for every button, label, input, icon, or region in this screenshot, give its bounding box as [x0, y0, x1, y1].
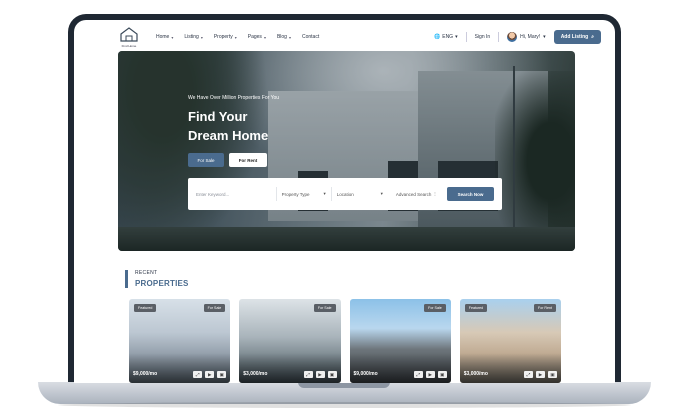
nav-listing-label: Listing: [184, 34, 199, 40]
listing-type-badge: For Sale: [203, 304, 226, 312]
header-actions: 🌐 ENG ▾ Sign In Hi, Mary! ▾ Add Listing …: [434, 30, 601, 44]
card-actions: ⤢ ▶ ▣: [303, 371, 337, 378]
search-panel: Property Type ▾ Location ▾ Advanced Sear…: [188, 178, 502, 210]
add-listing-button[interactable]: Add Listing ⌕: [553, 30, 601, 44]
logo-text: Find Home: [121, 44, 137, 48]
video-icon[interactable]: ▶: [536, 371, 545, 378]
image-shade: [349, 353, 451, 383]
section-kicker: RECENT: [135, 270, 158, 276]
video-icon[interactable]: ▶: [315, 371, 325, 378]
property-card[interactable]: Featured For Rent $3,000/mo ⤢ ▶ ▣: [459, 299, 561, 383]
property-card-list: Featured For Sale $9,000/mo ⤢ ▶ ▣ For Sa…: [129, 299, 561, 383]
hero-title-line2: Dream Home: [188, 128, 269, 143]
property-type-select[interactable]: Property Type ▾: [275, 187, 331, 201]
language-selector[interactable]: 🌐 ENG ▾: [434, 34, 458, 40]
expand-icon[interactable]: ⤢: [413, 371, 423, 378]
nav-contact-label: Contact: [301, 34, 320, 40]
featured-badge: Featured: [464, 304, 488, 312]
hero-overlay: [118, 51, 575, 251]
property-price: $3,000/mo: [463, 371, 488, 377]
nav-home-label: Home: [156, 34, 170, 40]
advanced-search-toggle[interactable]: Advanced Search ⫶: [388, 192, 447, 197]
divider: [498, 32, 500, 42]
top-navigation: Find Home Home ▾ Listing ▾ Property ▾ Pages…: [74, 20, 615, 54]
laptop-base: [38, 382, 651, 404]
nav-pages-label: Pages: [247, 34, 262, 40]
site-logo[interactable]: Find Home: [118, 26, 140, 48]
main-nav: Home ▾ Listing ▾ Property ▾ Pages ▾ Blog ▾ Co…: [156, 34, 319, 40]
user-menu[interactable]: Hi, Mary! ▾: [507, 32, 546, 42]
search-icon: ⌕: [591, 34, 594, 40]
image-shade: [129, 353, 231, 383]
property-price: $3,000/mo: [243, 371, 268, 377]
nav-listing[interactable]: Listing ▾: [184, 34, 202, 40]
chevron-down-icon: ▾: [234, 34, 237, 40]
section-title: PROPERTIES: [135, 279, 189, 288]
expand-icon[interactable]: ⤢: [303, 371, 313, 378]
location-label: Location: [336, 191, 354, 197]
property-price: $9,000/mo: [133, 371, 158, 377]
image-shade: [239, 353, 341, 383]
listing-type-badge: For Sale: [424, 304, 446, 312]
expand-icon[interactable]: ⤢: [524, 371, 533, 378]
property-card[interactable]: Featured For Sale $9,000/mo ⤢ ▶ ▣: [129, 299, 231, 383]
nav-blog[interactable]: Blog ▾: [277, 34, 291, 40]
nav-home[interactable]: Home ▾: [156, 34, 173, 40]
listing-type-badge: For Rent: [534, 304, 556, 312]
advanced-search-label: Advanced Search: [395, 191, 432, 197]
card-actions: ⤢ ▶ ▣: [524, 371, 557, 378]
hero-title-line1: Find Your: [188, 109, 248, 124]
nav-pages[interactable]: Pages ▾: [248, 34, 266, 40]
property-type-label: Property Type: [281, 191, 310, 197]
image-shade: [459, 353, 561, 383]
tab-for-sale[interactable]: For Sale: [188, 153, 224, 167]
listing-type-badge: For Sale: [313, 304, 336, 312]
image-icon[interactable]: ▣: [217, 371, 227, 378]
globe-icon: 🌐: [434, 34, 441, 40]
keyword-search-input[interactable]: [196, 191, 270, 197]
chevron-down-icon: ▾: [455, 34, 458, 40]
avatar: [507, 32, 518, 42]
video-icon[interactable]: ▶: [425, 371, 435, 378]
hero-title: Find Your Dream Home: [188, 107, 338, 145]
nav-property-label: Property: [213, 34, 233, 40]
section-accent-bar: [125, 270, 128, 288]
location-select[interactable]: Location ▾: [330, 187, 388, 201]
property-card[interactable]: For Sale $3,000/mo ⤢ ▶ ▣: [239, 299, 341, 383]
image-icon[interactable]: ▣: [548, 371, 557, 378]
chevron-down-icon: ▾: [380, 191, 383, 196]
nav-property[interactable]: Property ▾: [214, 34, 237, 40]
user-greeting: Hi, Mary!: [520, 34, 541, 40]
hero-banner: We Have Over Million Properties For You …: [118, 51, 575, 251]
expand-icon[interactable]: ⤢: [193, 371, 203, 378]
property-price: $9,000/mo: [353, 371, 378, 377]
laptop-shadow: [58, 402, 631, 408]
chevron-down-icon: ▾: [263, 34, 266, 40]
sign-in-link[interactable]: Sign In: [475, 34, 491, 40]
hero-kicker: We Have Over Million Properties For You: [188, 95, 280, 101]
search-now-button[interactable]: Search Now: [446, 187, 494, 201]
image-icon[interactable]: ▣: [327, 371, 337, 378]
nav-contact[interactable]: Contact: [302, 34, 319, 40]
nav-blog-label: Blog: [276, 34, 287, 40]
laptop-screen: Find Home Home ▾ Listing ▾ Property ▾ Pages…: [74, 20, 615, 383]
chevron-down-icon: ▾: [200, 34, 203, 40]
tab-for-rent[interactable]: For Rent: [229, 153, 267, 167]
house-logo-icon: [120, 27, 138, 42]
chevron-down-icon: ▾: [288, 34, 291, 40]
card-actions: ⤢ ▶ ▣: [413, 371, 447, 378]
video-icon[interactable]: ▶: [205, 371, 215, 378]
divider: [465, 32, 467, 42]
chevron-down-icon: ▾: [171, 34, 174, 40]
featured-badge: Featured: [134, 304, 157, 312]
image-icon[interactable]: ▣: [437, 371, 447, 378]
chevron-down-icon: ▾: [323, 191, 326, 196]
card-actions: ⤢ ▶ ▣: [193, 371, 227, 378]
filter-icon: ⫶: [434, 191, 436, 197]
language-label: ENG: [442, 34, 454, 40]
property-card[interactable]: For Sale $9,000/mo ⤢ ▶ ▣: [349, 299, 451, 383]
chevron-down-icon: ▾: [543, 34, 546, 40]
add-listing-label: Add Listing: [560, 34, 589, 40]
